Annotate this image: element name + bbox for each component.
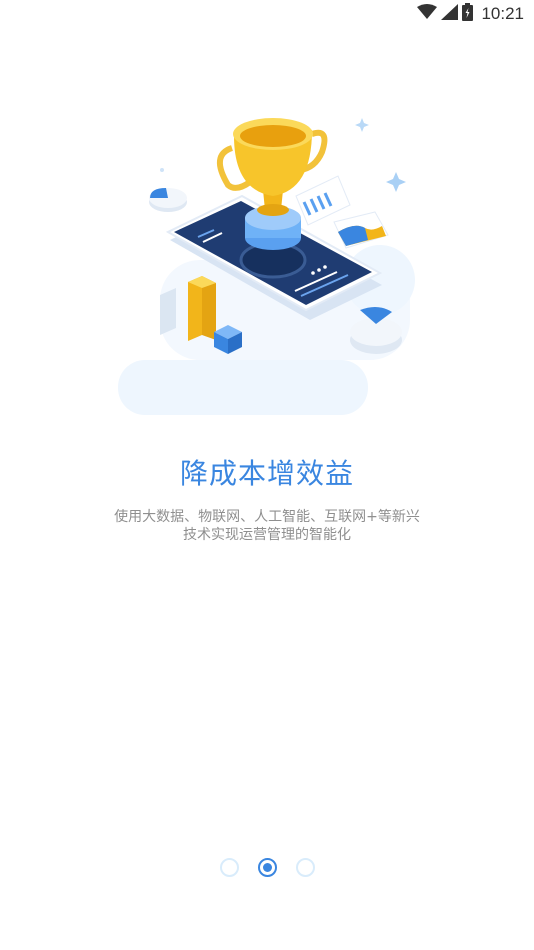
page-dot-1[interactable]	[219, 858, 239, 877]
status-time: 10:21	[481, 4, 524, 23]
page-dot-2-active[interactable]	[257, 858, 277, 877]
page-indicator	[0, 858, 534, 877]
battery-icon	[462, 3, 474, 25]
cellular-signal-icon	[441, 4, 459, 24]
trophy-on-phone-illustration	[110, 110, 430, 420]
onboarding-description: 使用大数据、物联网、人工智能、互联网+等新兴 技术实现运营管理的智能化	[0, 508, 534, 544]
description-line-1: 使用大数据、物联网、人工智能、互联网+等新兴	[114, 509, 420, 525]
page-dot-3[interactable]	[295, 858, 315, 877]
description-line-2: 技术实现运营管理的智能化	[183, 527, 351, 543]
onboarding-title: 降成本增效益	[179, 457, 354, 490]
status-bar: 10:21	[0, 0, 534, 28]
onboarding-screen: 10:21 降成本增效益 使用大数据、物联网、人工智能、互联网+等新兴 技术实现…	[0, 0, 534, 950]
wifi-icon	[417, 4, 438, 24]
